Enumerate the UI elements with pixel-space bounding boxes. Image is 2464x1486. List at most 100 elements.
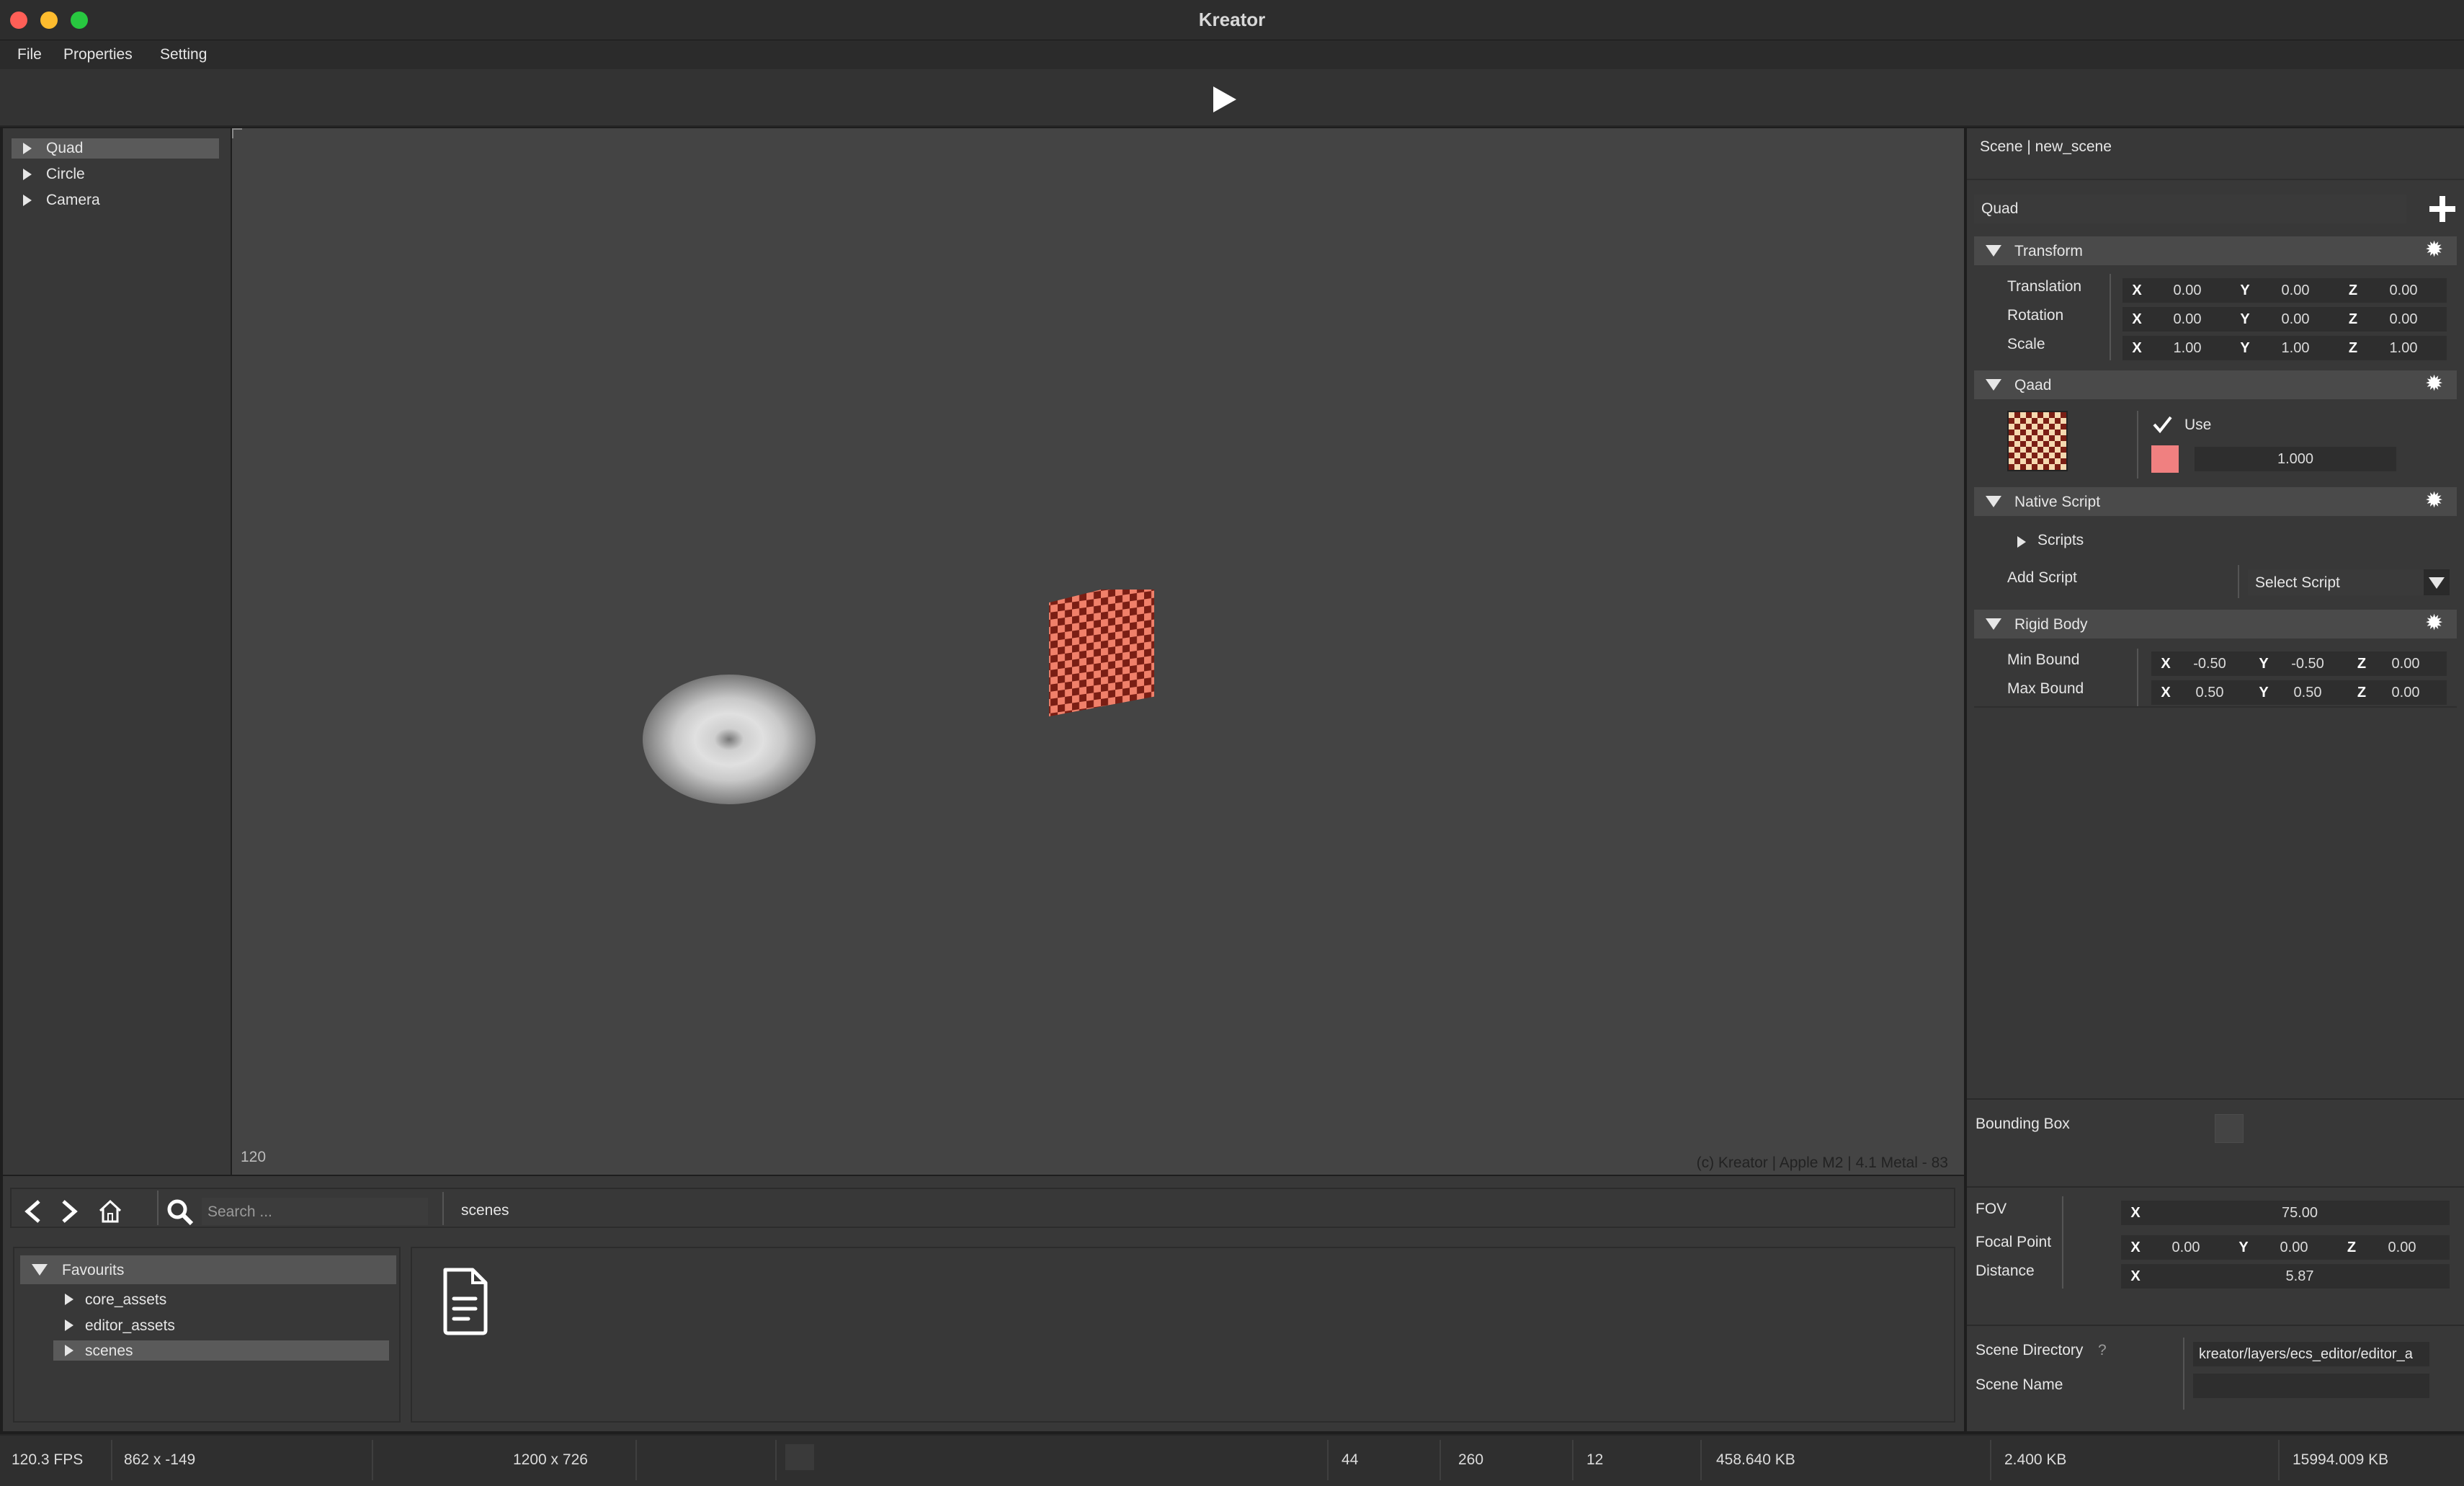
settings-gear-icon[interactable]: ✹ <box>2425 239 2443 261</box>
translation-field: X 0.00 Y 0.00 Z 0.00 <box>2122 278 2447 303</box>
min-bound-x-input[interactable]: -0.50 <box>2177 656 2242 672</box>
expand-arrow-icon[interactable] <box>65 1345 73 1356</box>
settings-gear-icon[interactable]: ✹ <box>2425 373 2443 395</box>
collapse-arrow-icon[interactable] <box>1986 618 2001 630</box>
focal-y-input[interactable]: 0.00 <box>2258 1240 2330 1256</box>
menu-file[interactable]: File <box>17 46 42 63</box>
hierarchy-item-camera[interactable]: Camera <box>12 190 219 210</box>
divider <box>1974 706 2457 708</box>
settings-gear-icon[interactable]: ✹ <box>2425 613 2443 634</box>
status-divider <box>635 1440 637 1480</box>
translation-x-input[interactable]: 0.00 <box>2151 282 2223 299</box>
help-icon[interactable]: ? <box>2098 1342 2107 1359</box>
add-component-button[interactable] <box>2428 195 2457 227</box>
rigid-body-header[interactable]: Rigid Body ✹ <box>1974 610 2457 639</box>
collapse-arrow-icon[interactable] <box>1986 496 2001 507</box>
viewport-renderer-info: (c) Kreator | Apple M2 | 4.1 Metal - 83 <box>1696 1154 1948 1171</box>
scripts-label: Scripts <box>2037 532 2084 548</box>
hierarchy-item-circle[interactable]: Circle <box>12 164 219 184</box>
tree-item-scenes[interactable]: scenes <box>53 1340 389 1361</box>
min-bound-y-input[interactable]: -0.50 <box>2275 656 2340 672</box>
dropdown-button[interactable] <box>2424 569 2450 595</box>
bounding-box-checkbox[interactable] <box>2215 1114 2244 1143</box>
scene-viewport[interactable]: 120 (c) Kreator | Apple M2 | 4.1 Metal -… <box>232 128 1964 1175</box>
use-texture-checkbox[interactable] <box>2151 414 2173 439</box>
collapse-arrow-icon[interactable] <box>1986 245 2001 257</box>
search-input[interactable]: Search ... <box>202 1198 428 1225</box>
expand-arrow-icon[interactable] <box>65 1294 73 1305</box>
tree-item-editor-assets[interactable]: editor_assets <box>58 1314 389 1336</box>
menu-setting[interactable]: Setting <box>160 46 207 63</box>
texture-thumbnail[interactable] <box>2007 411 2068 471</box>
scale-x-input[interactable]: 1.00 <box>2151 340 2223 357</box>
color-swatch[interactable] <box>2151 445 2179 473</box>
focal-point-label: Focal Point <box>1976 1234 2052 1250</box>
select-script-dropdown[interactable]: Select Script <box>2248 569 2450 595</box>
rotation-x-input[interactable]: 0.00 <box>2151 311 2223 328</box>
expand-arrow-icon[interactable] <box>23 195 32 206</box>
expand-arrow-icon[interactable] <box>23 143 32 154</box>
chevron-down-icon <box>2429 577 2445 589</box>
translation-y-input[interactable]: 0.00 <box>2259 282 2331 299</box>
stat-memory-2: 2.400 KB <box>2004 1451 2067 1468</box>
distance-input[interactable]: 5.87 <box>2150 1268 2450 1285</box>
window-title: Kreator <box>1198 9 1266 30</box>
status-bar: 120.3 FPS 862 x -149 1200 x 726 44 260 1… <box>0 1434 2464 1486</box>
max-bound-y-input[interactable]: 0.50 <box>2275 685 2340 701</box>
translation-z-input[interactable]: 0.00 <box>2367 282 2440 299</box>
home-button[interactable] <box>98 1199 122 1227</box>
divider <box>157 1191 159 1225</box>
focal-x-input[interactable]: 0.00 <box>2150 1240 2222 1256</box>
max-bound-z-input[interactable]: 0.00 <box>2373 685 2438 701</box>
scale-z-input[interactable]: 1.00 <box>2367 340 2440 357</box>
file-grid <box>411 1247 1955 1423</box>
tree-item-core-assets[interactable]: core_assets <box>58 1289 389 1310</box>
expand-arrow-icon[interactable] <box>23 169 32 180</box>
column-separator <box>2137 411 2138 479</box>
quad-component-header[interactable]: Qaad ✹ <box>1974 370 2457 399</box>
scene-directory-input[interactable]: kreator/layers/ecs_editor/editor_a <box>2193 1342 2429 1366</box>
circle-entity[interactable] <box>643 675 816 804</box>
hierarchy-item-quad[interactable]: Quad <box>12 138 219 159</box>
fov-input[interactable]: 75.00 <box>2150 1205 2450 1222</box>
hierarchy-item-label: Camera <box>46 192 100 208</box>
hierarchy-item-label: Circle <box>46 166 85 182</box>
use-texture-label: Use <box>2184 417 2212 433</box>
native-script-header[interactable]: Native Script ✹ <box>1974 487 2457 516</box>
status-divider <box>775 1440 777 1480</box>
entity-name-input[interactable]: Quad <box>1974 195 2406 223</box>
status-divider <box>1327 1440 1329 1480</box>
focal-z-input[interactable]: 0.00 <box>2366 1240 2438 1256</box>
scene-title: Scene | new_scene <box>1980 138 2112 155</box>
file-item-new-scene[interactable]: new_scene <box>428 1267 514 1474</box>
rotation-y-input[interactable]: 0.00 <box>2259 311 2331 328</box>
min-bound-z-input[interactable]: 0.00 <box>2373 656 2438 672</box>
transform-header[interactable]: Transform ✹ <box>1974 236 2457 265</box>
scene-name-input[interactable] <box>2193 1374 2429 1398</box>
fov-label: FOV <box>1976 1201 2007 1217</box>
scale-y-input[interactable]: 1.00 <box>2259 340 2331 357</box>
back-button[interactable] <box>22 1199 43 1227</box>
menu-properties[interactable]: Properties <box>63 46 133 63</box>
tree-root-favourits[interactable]: Favourits <box>20 1255 396 1284</box>
collapse-arrow-icon[interactable] <box>32 1264 48 1276</box>
status-divider <box>1439 1440 1441 1480</box>
play-button[interactable] <box>1212 85 1238 117</box>
status-divider <box>111 1440 112 1480</box>
settings-gear-icon[interactable]: ✹ <box>2425 490 2443 512</box>
content-browser-panel: Search ... scenes Favourits core_assets … <box>3 1176 1964 1474</box>
column-separator <box>2110 274 2111 360</box>
expand-arrow-icon[interactable] <box>65 1320 73 1331</box>
tiling-factor-input[interactable]: 1.000 <box>2195 447 2396 471</box>
add-script-label: Add Script <box>2007 569 2077 586</box>
divider <box>1967 1186 2464 1188</box>
collapse-arrow-icon[interactable] <box>1986 379 2001 391</box>
max-bound-x-input[interactable]: 0.50 <box>2177 685 2242 701</box>
column-separator <box>2137 649 2138 708</box>
rotation-z-input[interactable]: 0.00 <box>2367 311 2440 328</box>
forward-button[interactable] <box>59 1199 81 1227</box>
expand-arrow-icon[interactable] <box>2017 536 2026 548</box>
divider <box>442 1192 444 1225</box>
quad-entity[interactable] <box>1039 576 1156 726</box>
min-bound-label: Min Bound <box>2007 651 2080 668</box>
